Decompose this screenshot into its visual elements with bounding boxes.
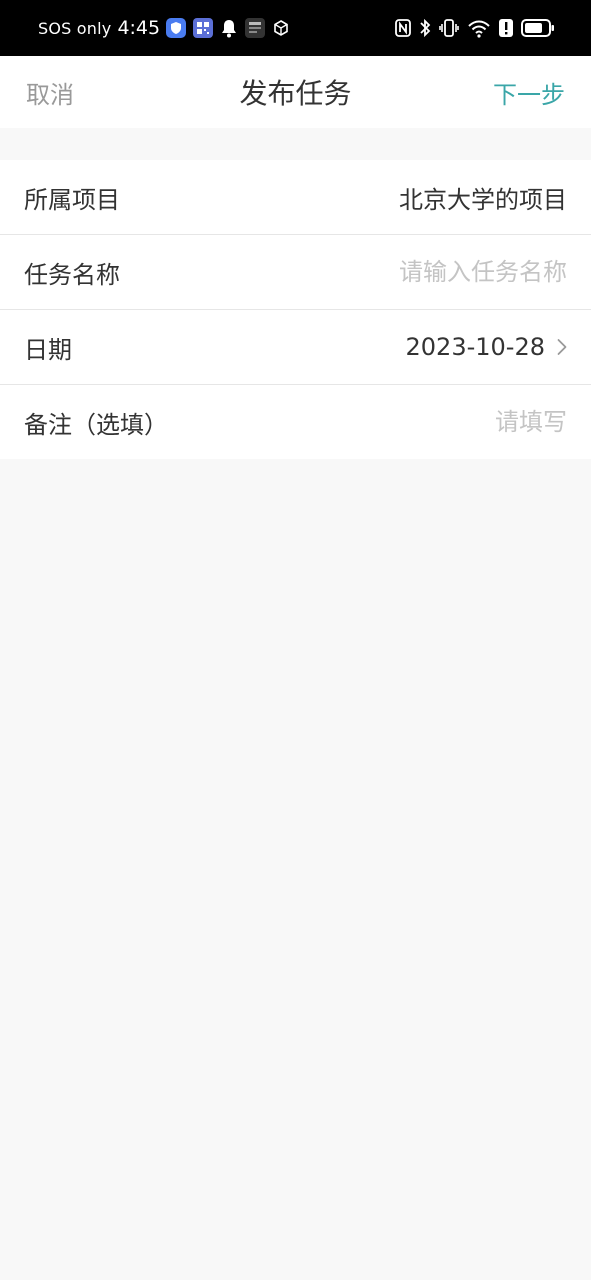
app-thumbnail-icon — [245, 18, 266, 38]
project-row[interactable]: 所属项目 北京大学的项目 — [0, 160, 591, 235]
qr-app-icon — [193, 18, 214, 38]
nav-bar: 取消 发布任务 下一步 — [0, 56, 591, 128]
box-app-icon — [272, 19, 290, 37]
task-name-row: 任务名称 — [0, 235, 591, 310]
nfc-icon — [395, 19, 411, 37]
status-bar-left: SOS only 4:45 — [38, 0, 297, 56]
task-name-input[interactable] — [267, 258, 567, 286]
wifi-icon — [467, 18, 491, 38]
alert-icon — [499, 19, 513, 37]
status-bar: SOS only 4:45 — [0, 0, 591, 56]
project-value: 北京大学的项目 — [399, 185, 567, 214]
bluetooth-icon — [419, 18, 431, 38]
carrier-text: SOS only — [38, 18, 112, 38]
note-row: 备注（选填） — [0, 385, 591, 459]
date-value: 2023-10-28 — [405, 333, 545, 361]
date-label: 日期 — [24, 335, 72, 364]
status-bar-right — [387, 0, 555, 56]
battery-icon — [521, 19, 555, 37]
notification-bell-icon — [220, 18, 238, 38]
task-name-label: 任务名称 — [24, 260, 120, 289]
chevron-right-icon — [557, 338, 567, 356]
note-input[interactable] — [267, 408, 567, 436]
shield-app-icon — [166, 18, 187, 38]
project-label: 所属项目 — [24, 185, 120, 214]
task-form: 所属项目 北京大学的项目 任务名称 日期 2023-10-28 备注（选填） — [0, 160, 591, 459]
note-label: 备注（选填） — [24, 410, 168, 439]
date-value-group: 2023-10-28 — [406, 333, 567, 361]
next-step-button[interactable]: 下一步 — [493, 56, 565, 128]
clock: 4:45 — [117, 17, 161, 39]
vibrate-icon — [439, 18, 459, 38]
date-row[interactable]: 日期 2023-10-28 — [0, 310, 591, 385]
